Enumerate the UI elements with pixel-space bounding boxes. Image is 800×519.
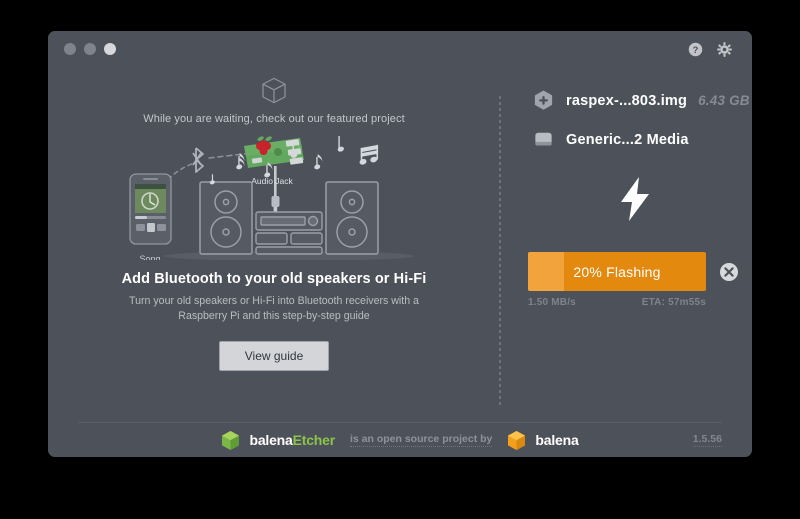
audio-jack-label: Audio Jack xyxy=(251,176,293,186)
brand-etcher-part: Etcher xyxy=(292,432,336,448)
window-controls xyxy=(64,43,116,55)
raspberry-pi-board: Audio Jack xyxy=(244,136,304,219)
progress-zone: 20% Flashing xyxy=(528,252,752,291)
title-bar-actions: ? xyxy=(688,42,732,57)
balena-logo-icon xyxy=(508,430,526,450)
flash-speed: 1.50 MB/s xyxy=(528,297,576,308)
project-title: Add Bluetooth to your old speakers or Hi… xyxy=(121,271,427,287)
balena-etcher-wordmark: balenaEtcher xyxy=(249,432,335,448)
lightning-bolt-icon xyxy=(621,177,649,221)
selected-image-row[interactable]: raspex-...803.img 6.43 GB xyxy=(532,89,752,112)
selected-image-size: 6.43 GB xyxy=(698,93,750,108)
zoom-window-button[interactable] xyxy=(104,43,116,55)
progress-label: 20% Flashing xyxy=(573,263,661,280)
minimize-window-button[interactable] xyxy=(84,43,96,55)
flash-stats-row: 1.50 MB/s ETA: 57m55s xyxy=(528,297,706,308)
speaker-left xyxy=(199,181,253,255)
brand-balena-part: balena xyxy=(249,432,293,448)
footer-brands: balenaEtcher is an open source project b… xyxy=(221,430,579,451)
flash-progress-bar: 20% Flashing xyxy=(528,252,706,291)
flash-status-icon-wrap xyxy=(518,177,752,226)
close-window-button[interactable] xyxy=(64,43,76,55)
main-body: While you are waiting, check out our fea… xyxy=(48,63,752,422)
phone-illustration: Song xyxy=(129,173,172,260)
project-illustration: Song Audio Jack xyxy=(114,134,434,260)
featured-waiting-text: While you are waiting, check out our fea… xyxy=(143,113,405,125)
selected-drive-row[interactable]: Generic...2 Media xyxy=(532,128,752,151)
view-guide-button[interactable]: View guide xyxy=(219,341,329,371)
selected-drive-name: Generic...2 Media xyxy=(566,131,689,148)
featured-project-panel: While you are waiting, check out our fea… xyxy=(48,63,500,422)
project-description: Turn your old speakers or Hi-Fi into Blu… xyxy=(129,295,419,322)
song-label: Song xyxy=(139,254,160,260)
balena-etcher-logo-icon xyxy=(222,430,240,450)
speaker-right xyxy=(325,181,379,255)
gear-icon[interactable] xyxy=(717,42,732,57)
image-file-icon xyxy=(534,90,553,110)
footer: balenaEtcher is an open source project b… xyxy=(78,422,722,457)
selected-image-name: raspex-...803.img xyxy=(566,92,688,109)
flash-eta: ETA: 57m55s xyxy=(641,297,706,308)
svg-text:?: ? xyxy=(693,45,699,55)
balena-wordmark: balena xyxy=(535,432,579,448)
title-bar: ? xyxy=(48,31,752,63)
cancel-circle-icon xyxy=(724,266,734,277)
app-version[interactable]: 1.5.56 xyxy=(692,433,722,447)
bluetooth-icon xyxy=(192,147,204,173)
featured-header: While you are waiting, check out our fea… xyxy=(48,77,500,125)
cancel-flash-button[interactable] xyxy=(720,262,738,281)
help-circle-icon[interactable]: ? xyxy=(688,42,703,57)
flash-status-panel: raspex-...803.img 6.43 GB Generic...2 Me… xyxy=(500,63,752,422)
stereo-receiver xyxy=(255,211,323,255)
drive-icon xyxy=(535,132,552,146)
footer-middle-text: is an open source project by xyxy=(350,433,493,447)
etcher-app-window: ? While you are waiting, check out our f… xyxy=(48,31,752,457)
cube-outline-icon xyxy=(262,77,286,104)
